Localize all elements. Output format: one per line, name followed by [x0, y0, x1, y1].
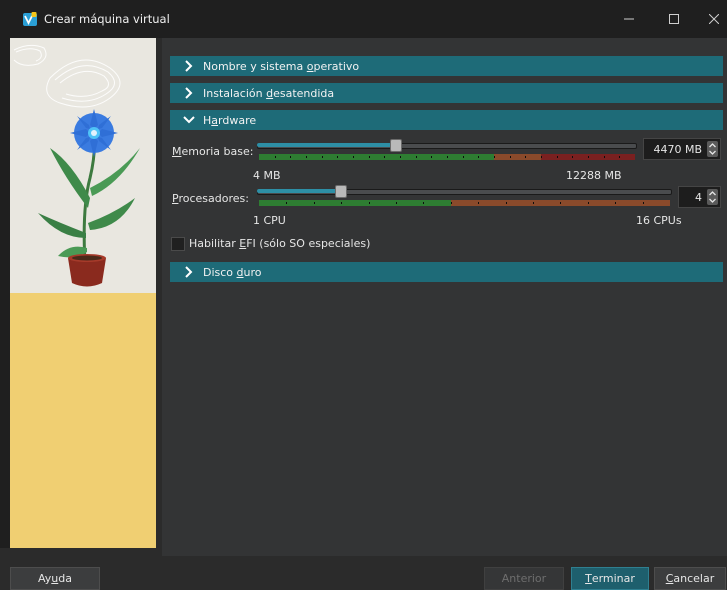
slider-tick: [337, 156, 339, 158]
title-bar[interactable]: Crear máquina virtual: [0, 0, 727, 38]
slider-tick: [353, 156, 354, 158]
processors-tick-marks: [259, 200, 670, 206]
close-icon: [708, 14, 719, 24]
slider-tick: [462, 156, 464, 158]
memory-label: Memoria base:: [172, 145, 254, 158]
slider-tick: [368, 202, 370, 204]
slider-tick: [572, 156, 574, 158]
chevron-right-icon: [182, 266, 196, 278]
slider-tick: [532, 202, 534, 204]
processors-spin-arrows[interactable]: [707, 189, 718, 205]
help-button[interactable]: Ay u da: [10, 567, 100, 590]
slider-tick: [274, 156, 276, 158]
slider-tick: [505, 202, 507, 204]
section-name-and-os-label: Nombre y sistema operativo: [203, 59, 360, 73]
section-unattended-install[interactable]: Instalación desatendida: [170, 83, 723, 103]
section-name-and-os[interactable]: Nombre y sistema operativo: [170, 56, 723, 76]
efi-checkbox[interactable]: [171, 237, 185, 251]
left-gutter: [0, 38, 10, 548]
slider-tick: [450, 202, 452, 204]
slider-tick: [478, 202, 480, 204]
memory-min-label: 4 MB: [253, 169, 281, 182]
memory-max-label: 12288 MB: [566, 169, 622, 182]
slider-tick: [642, 202, 644, 204]
slider-tick: [368, 156, 370, 158]
slider-tick: [423, 202, 425, 204]
slider-tick: [541, 156, 542, 158]
slider-tick: [290, 156, 292, 158]
slider-tick: [400, 156, 401, 158]
processors-slider-handle[interactable]: [335, 185, 348, 198]
chevron-right-icon: [182, 60, 196, 72]
section-hard-disk-label: Disco duro: [203, 265, 262, 279]
spin-arrows-icon: [709, 143, 716, 155]
slider-tick: [447, 156, 448, 158]
memory-spin-arrows[interactable]: [707, 141, 718, 157]
window-title: Crear máquina virtual: [44, 12, 170, 26]
slider-tick: [478, 156, 480, 158]
slider-tick: [588, 156, 589, 158]
slider-tick: [619, 156, 621, 158]
slider-tick: [286, 202, 288, 204]
slider-tick: [415, 156, 417, 158]
chevron-down-icon: [182, 116, 196, 124]
slider-tick: [313, 202, 315, 204]
processors-slider-fill: [257, 189, 340, 193]
back-button[interactable]: Anterior: [484, 567, 564, 590]
slider-tick: [615, 202, 617, 204]
slider-tick: [525, 156, 527, 158]
slider-tick: [587, 202, 589, 204]
minimize-button[interactable]: [611, 0, 647, 38]
processors-slider[interactable]: [257, 185, 672, 209]
slider-tick: [384, 156, 386, 158]
section-unattended-install-label: Instalación desatendida: [203, 86, 335, 100]
slider-tick: [431, 156, 433, 158]
memory-tick-marks: [259, 154, 635, 160]
slider-tick: [306, 156, 307, 158]
maximize-icon: [669, 14, 679, 24]
processors-spinbox[interactable]: 4: [678, 186, 721, 208]
slider-tick: [603, 156, 605, 158]
maximize-button[interactable]: [656, 0, 692, 38]
section-hardware[interactable]: Hardware: [170, 110, 723, 130]
plant-illustration: [10, 38, 156, 548]
memory-slider[interactable]: [257, 139, 637, 163]
slider-tick: [341, 202, 343, 204]
memory-slider-handle[interactable]: [389, 139, 402, 152]
create-vm-dialog: Crear máquina virtual Nombre y sistema o…: [0, 0, 727, 590]
virtualbox-app-icon: [23, 12, 37, 26]
processors-label: Procesadores:: [172, 192, 249, 205]
chevron-right-icon: [182, 87, 196, 99]
minimize-icon: [624, 18, 634, 20]
processors-max-label: 16 CPUs: [636, 214, 682, 227]
slider-tick: [556, 156, 558, 158]
spin-arrows-icon: [709, 191, 716, 203]
slider-tick: [494, 156, 495, 158]
section-hardware-label: Hardware: [203, 113, 257, 127]
finish-button[interactable]: Terminar: [571, 567, 649, 590]
slider-tick: [560, 202, 562, 204]
cancel-button[interactable]: Cancelar: [654, 567, 726, 590]
slider-tick: [509, 156, 511, 158]
wizard-content-panel: Nombre y sistema operativo Instalación d…: [162, 38, 727, 556]
slider-tick: [395, 202, 397, 204]
section-hard-disk[interactable]: Disco duro: [170, 262, 723, 282]
memory-slider-fill: [257, 143, 394, 147]
efi-label[interactable]: Habilitar EFI (sólo SO especiales): [189, 237, 370, 250]
close-button[interactable]: [700, 0, 727, 38]
memory-spinbox[interactable]: 4470 MB: [643, 138, 721, 160]
slider-tick: [321, 156, 323, 158]
processors-min-label: 1 CPU: [253, 214, 286, 227]
